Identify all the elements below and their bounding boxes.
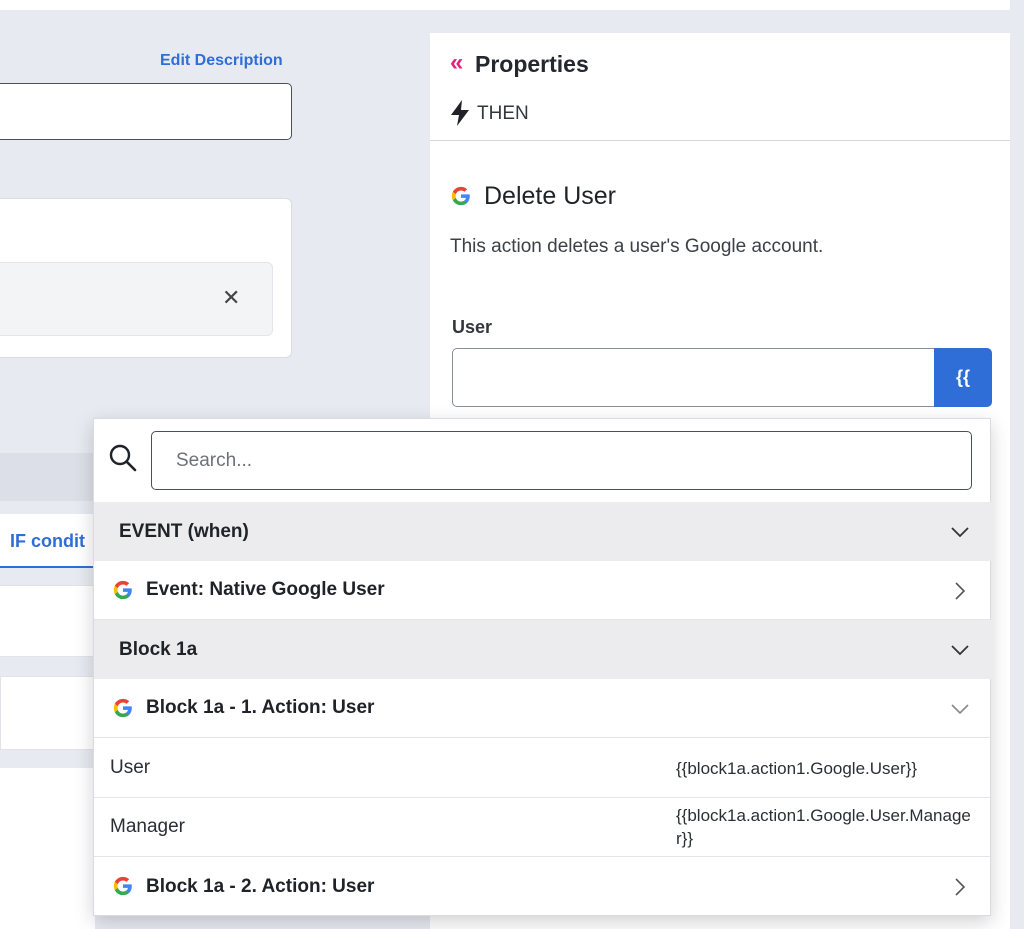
tab-if-condition[interactable]: IF condit <box>0 514 95 568</box>
list-item-label: Event: Native Google User <box>146 579 385 600</box>
section-label: Block 1a <box>119 638 198 660</box>
canvas-section-bar <box>0 453 95 501</box>
list-item-label: Block 1a - 2. Action: User <box>146 875 375 897</box>
then-label: THEN <box>477 103 529 124</box>
variable-key: User <box>110 757 151 778</box>
description-field[interactable] <box>0 83 292 140</box>
variable-value: {{block1a.action1.Google.User}} <box>676 758 918 778</box>
collapse-double-chevron-icon[interactable]: « <box>450 50 463 76</box>
chevron-down-icon <box>951 645 969 656</box>
section-label: EVENT (when) <box>119 520 249 542</box>
list-item-label: Block 1a - 1. Action: User <box>146 697 375 718</box>
google-icon <box>451 186 470 206</box>
section-block-1a[interactable]: Block 1a <box>94 620 992 679</box>
chevron-right-icon <box>955 878 966 896</box>
google-icon <box>113 876 132 896</box>
variable-key: Manager <box>110 816 185 837</box>
list-item-block-1a-action-2[interactable]: Block 1a - 2. Action: User <box>94 857 992 916</box>
chevron-down-icon <box>951 527 969 538</box>
variable-picker-dropdown: EVENT (when) Event: Native Google User B… <box>93 418 992 916</box>
list-item-block-1a-action-1[interactable]: Block 1a - 1. Action: User <box>94 679 992 738</box>
canvas-panel <box>0 676 95 750</box>
canvas-panel <box>0 768 95 929</box>
action-title: Delete User <box>484 182 616 210</box>
list-item-event-native-google-user[interactable]: Event: Native Google User <box>94 561 992 620</box>
chevron-right-icon <box>955 582 966 600</box>
search-icon <box>109 444 137 472</box>
close-icon[interactable]: ✕ <box>222 286 240 310</box>
lightning-icon <box>451 100 469 126</box>
chevron-down-icon <box>951 704 969 715</box>
action-description: This action deletes a user's Google acco… <box>450 236 824 257</box>
top-strip <box>0 0 1010 10</box>
variable-row-user[interactable]: User {{block1a.action1.Google.User}} <box>94 739 992 798</box>
properties-header: « Properties THEN <box>430 33 1010 141</box>
search-input[interactable] <box>151 431 972 490</box>
tab-if-condition-label: IF condit <box>10 531 85 551</box>
canvas-panel <box>0 585 95 657</box>
variable-value: {{block1a.action1.Google.User.Manager}} <box>676 806 971 848</box>
edit-description-link[interactable]: Edit Description <box>160 52 283 70</box>
google-icon <box>113 580 132 600</box>
user-input[interactable] <box>452 348 935 407</box>
section-event[interactable]: EVENT (when) <box>94 502 992 561</box>
google-icon <box>113 698 132 718</box>
properties-title: Properties <box>475 51 589 77</box>
variable-row-manager[interactable]: Manager {{block1a.action1.Google.User.Ma… <box>94 798 992 857</box>
insert-variable-button[interactable]: {{ <box>934 348 992 407</box>
user-field-label: User <box>452 317 493 337</box>
